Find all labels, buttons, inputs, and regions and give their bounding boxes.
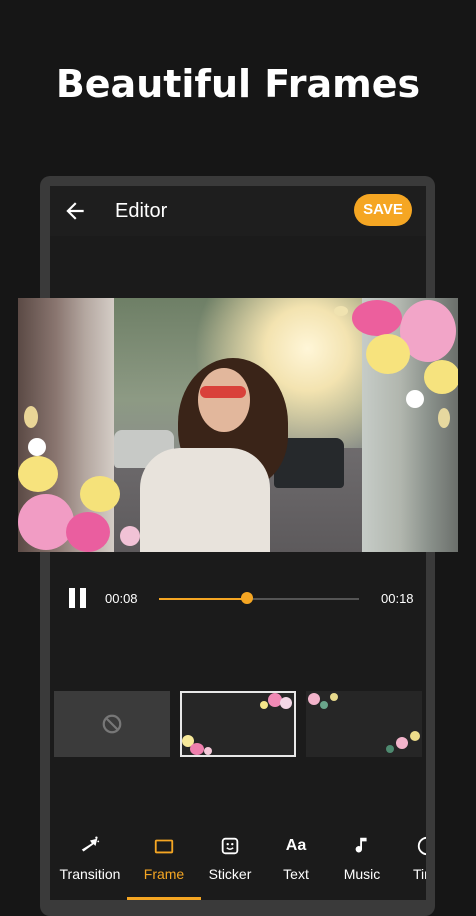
leaf-decoration xyxy=(438,408,450,428)
flower-decoration xyxy=(406,390,424,408)
flower-decoration xyxy=(352,300,402,336)
save-button[interactable]: SAVE xyxy=(354,194,412,226)
transition-icon xyxy=(81,836,100,852)
frame-option-mixed-flowers[interactable] xyxy=(306,691,422,757)
sticker-icon xyxy=(221,837,239,855)
flower-decoration xyxy=(424,360,458,394)
block-icon xyxy=(102,714,122,734)
text-icon: Aa xyxy=(285,837,307,854)
frame-icon xyxy=(154,839,174,854)
frame-picker xyxy=(54,691,426,757)
flower-decoration xyxy=(80,476,120,512)
total-time: 00:18 xyxy=(381,591,414,606)
tool-label: Transition xyxy=(59,866,121,882)
seek-bar-progress xyxy=(159,598,247,600)
tool-timer[interactable]: Tir xyxy=(391,826,426,900)
sunglasses xyxy=(200,386,246,398)
tool-label: Text xyxy=(283,866,309,882)
leaf-decoration xyxy=(24,406,38,428)
flower-decoration xyxy=(28,438,46,456)
tool-label: Tir xyxy=(413,866,426,882)
flower-decoration xyxy=(66,512,110,552)
tool-text[interactable]: Aa Text xyxy=(259,826,333,900)
person-face xyxy=(198,368,250,432)
tool-label: Frame xyxy=(143,866,185,882)
frame-option-none[interactable] xyxy=(54,691,170,757)
flower-decoration xyxy=(18,494,74,550)
leaf-decoration xyxy=(334,306,348,316)
frame-option-pink-flowers[interactable] xyxy=(180,691,296,757)
flower-decoration xyxy=(366,334,410,374)
page-title: Editor xyxy=(115,200,168,222)
tool-transition[interactable]: Transition xyxy=(53,826,127,900)
app-bar: Editor SAVE xyxy=(50,186,426,236)
music-icon xyxy=(355,837,367,853)
headline: Beautiful Frames xyxy=(55,62,421,106)
seek-handle[interactable] xyxy=(241,592,253,604)
tool-label: Music xyxy=(343,866,381,882)
flower-decoration xyxy=(18,456,58,492)
current-time: 00:08 xyxy=(105,591,138,606)
playback-controls: 00:08 00:18 xyxy=(50,584,426,614)
pause-icon[interactable] xyxy=(67,588,89,610)
tool-sticker[interactable]: Sticker xyxy=(193,826,267,900)
seek-bar[interactable] xyxy=(159,598,359,600)
person-shirt xyxy=(140,448,270,552)
timer-icon xyxy=(417,836,426,856)
tool-label: Sticker xyxy=(208,866,252,882)
tool-frame[interactable]: Frame xyxy=(127,826,201,900)
bottom-toolbar: Transition Frame Sticker Aa Text Music T… xyxy=(50,826,426,900)
back-arrow-icon[interactable] xyxy=(62,198,88,224)
tool-music[interactable]: Music xyxy=(325,826,399,900)
video-preview[interactable] xyxy=(18,298,458,552)
flower-decoration xyxy=(120,526,140,546)
